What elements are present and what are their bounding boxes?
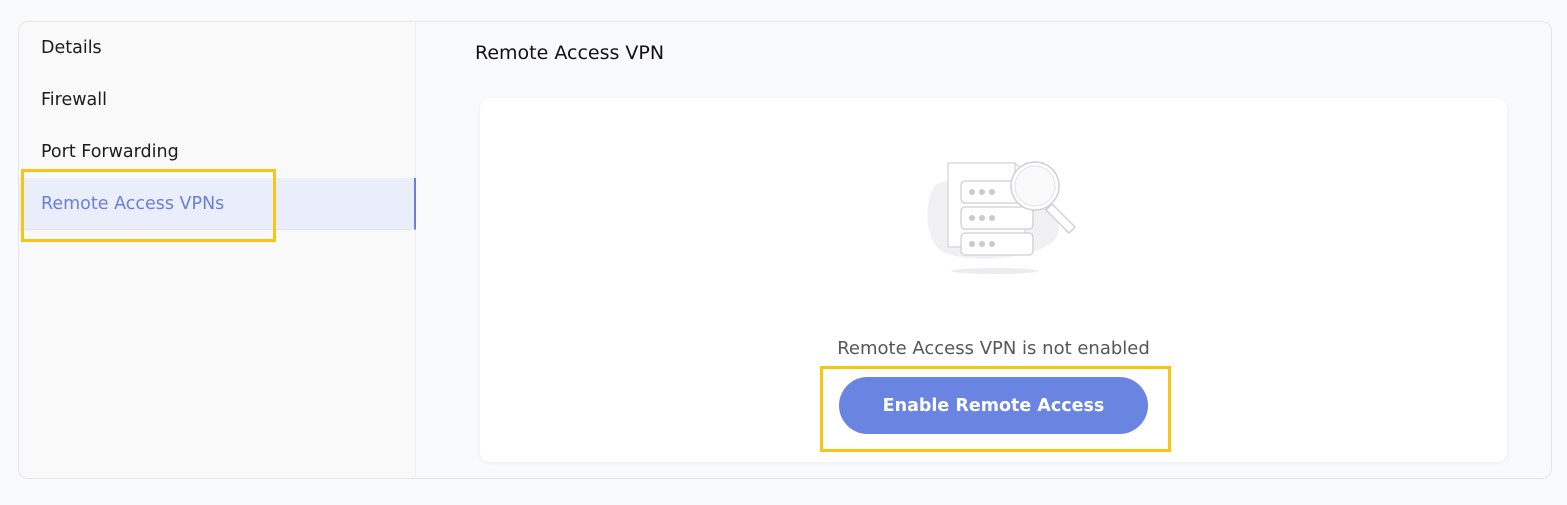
sidebar-item-remote-access-vpns[interactable]: Remote Access VPNs (19, 178, 416, 230)
sidebar-item-port-forwarding[interactable]: Port Forwarding (19, 126, 416, 178)
empty-state-message: Remote Access VPN is not enabled (837, 338, 1150, 359)
sidebar: Details Firewall Port Forwarding Remote … (19, 22, 416, 478)
server-search-icon (927, 161, 1076, 274)
sidebar-item-details[interactable]: Details (19, 22, 416, 74)
sidebar-item-firewall[interactable]: Firewall (19, 74, 416, 126)
page-title: Remote Access VPN (475, 42, 665, 64)
enable-remote-access-button[interactable]: Enable Remote Access (839, 377, 1148, 434)
